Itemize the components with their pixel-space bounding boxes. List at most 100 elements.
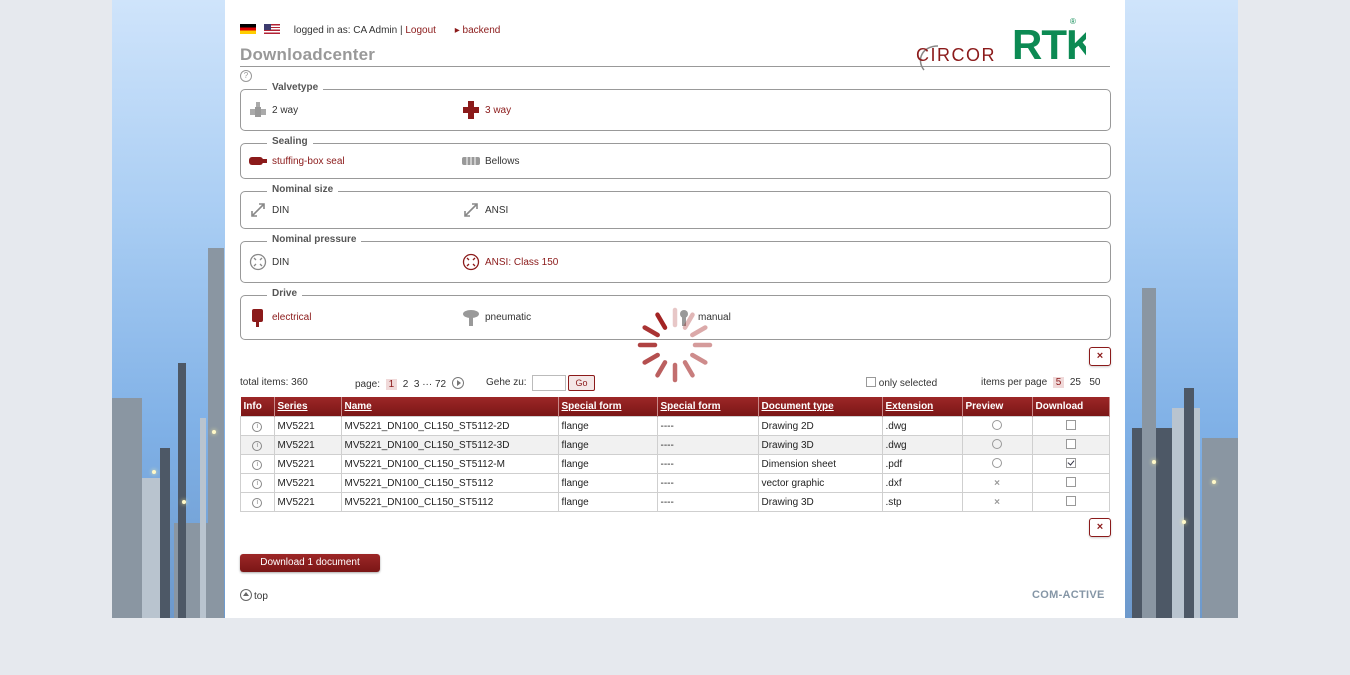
- column-header-document-type[interactable]: Document type: [758, 397, 883, 417]
- next-page-icon[interactable]: [451, 377, 464, 389]
- download-checkbox[interactable]: [1065, 438, 1076, 449]
- option-drive-electrical[interactable]: electrical: [249, 296, 311, 339]
- option-3-way[interactable]: 3 way: [462, 90, 511, 130]
- cell-document-type: Drawing 3D: [757, 435, 883, 455]
- cell-series: MV5221: [273, 454, 342, 474]
- column-header-info: Info: [240, 397, 275, 417]
- spinner-segment: [690, 325, 708, 338]
- cell-special-form-2: ----: [656, 492, 759, 512]
- only-selected-label: only selected: [878, 378, 938, 389]
- column-header-special-form-2[interactable]: Special form: [657, 397, 759, 417]
- go-button[interactable]: Go: [568, 375, 595, 391]
- page-label: page:: [355, 379, 381, 390]
- option-pressure-din[interactable]: DIN: [249, 242, 289, 282]
- help-icon[interactable]: ?: [240, 70, 252, 82]
- option-label: ANSI: Class 150: [485, 256, 559, 268]
- loading-spinner-icon: [637, 307, 713, 383]
- cell-extension: .dwg: [881, 435, 963, 455]
- info-icon[interactable]: i: [252, 460, 263, 470]
- cell-document-type: vector graphic: [757, 473, 883, 493]
- per-page-option-selected[interactable]: 5: [1052, 377, 1065, 388]
- sort-link[interactable]: Series: [278, 401, 308, 412]
- option-size-ansi[interactable]: ANSI: [462, 192, 508, 228]
- info-icon[interactable]: i: [252, 498, 263, 508]
- spinner-segment: [642, 352, 660, 365]
- option-drive-pneumatic[interactable]: pneumatic: [462, 296, 531, 339]
- cell-special-form: flange: [557, 473, 658, 493]
- cell-special-form: flange: [557, 416, 658, 436]
- only-selected-toggle[interactable]: only selected: [866, 377, 937, 389]
- download-checkbox[interactable]: [1065, 495, 1076, 506]
- option-2-way[interactable]: 2 way: [249, 90, 298, 130]
- magnifier-icon[interactable]: [992, 438, 1002, 449]
- column-header-extension[interactable]: Extension: [882, 397, 963, 417]
- column-header-special-form[interactable]: Special form: [558, 397, 658, 417]
- page-ellipsis: ···: [422, 379, 433, 390]
- filter-nominal-pressure: Nominal pressure DIN ANSI: Class 150: [240, 234, 1111, 283]
- cell-series: MV5221: [273, 435, 342, 455]
- logo-circor-text: CIRCOR: [916, 45, 996, 65]
- us-flag-icon[interactable]: [264, 24, 280, 34]
- option-size-din[interactable]: DIN: [249, 192, 289, 228]
- per-page-option[interactable]: 25: [1070, 377, 1081, 388]
- top-link-label: top: [254, 591, 268, 602]
- table-row: i MV5221 MV5221_DN100_CL150_ST5112-3D fl…: [240, 435, 1110, 455]
- page-title: Downloadcenter: [240, 45, 376, 64]
- column-header-name[interactable]: Name: [341, 397, 559, 417]
- clear-selection-button[interactable]: ×: [1089, 518, 1111, 537]
- option-label: ANSI: [485, 204, 509, 216]
- backend-link[interactable]: ▸ backend: [455, 25, 501, 36]
- filter-sealing: Sealing stuffing-box seal Bellows: [240, 136, 1111, 179]
- page-link[interactable]: 2: [403, 379, 409, 390]
- german-flag-icon[interactable]: [240, 24, 256, 34]
- cell-document-type: Dimension sheet: [757, 454, 883, 474]
- per-page-option[interactable]: 50: [1089, 377, 1100, 388]
- option-stuffing-box-seal[interactable]: stuffing-box seal: [249, 144, 345, 178]
- download-documents-button[interactable]: Download 1 document: [240, 554, 380, 572]
- sort-link[interactable]: Document type: [762, 401, 834, 412]
- cell-special-form-2: ----: [656, 454, 759, 474]
- cell-extension: .dwg: [881, 416, 963, 436]
- documents-table: Info Series Name Special form Special fo…: [240, 397, 1110, 512]
- cell-name: MV5221_DN100_CL150_ST5112-M: [340, 454, 559, 474]
- bellows-icon: [462, 157, 480, 165]
- magnifier-icon[interactable]: [992, 419, 1002, 430]
- download-checkbox[interactable]: [1065, 476, 1076, 487]
- table-row: i MV5221 MV5221_DN100_CL150_ST5112-M fla…: [240, 454, 1110, 474]
- items-per-page-label: items per page: [981, 377, 1048, 388]
- sort-link[interactable]: Special form: [661, 401, 721, 412]
- items-per-page: items per page 5 25 50: [981, 377, 1100, 388]
- pressure-icon: [462, 253, 480, 271]
- page-link[interactable]: 3: [414, 379, 420, 390]
- only-selected-checkbox[interactable]: [866, 377, 876, 387]
- goto-label: Gehe zu:: [486, 377, 527, 388]
- resize-arrow-icon: [251, 203, 265, 217]
- download-checkbox[interactable]: [1065, 419, 1076, 430]
- reset-filters-button[interactable]: ×: [1089, 347, 1111, 366]
- valve-3way-icon: [463, 101, 479, 119]
- option-label: 3 way: [485, 104, 512, 116]
- logout-link[interactable]: Logout: [405, 25, 436, 36]
- filter-nominal-size: Nominal size DIN ANSI: [240, 184, 1111, 229]
- sort-link[interactable]: Special form: [562, 401, 622, 412]
- spinner-segment: [642, 325, 660, 338]
- page-link-current[interactable]: 1: [385, 379, 398, 390]
- valve-2way-icon: [250, 102, 266, 117]
- cell-special-form-2: ----: [656, 416, 759, 436]
- sort-link[interactable]: Extension: [886, 401, 934, 412]
- option-bellows[interactable]: Bellows: [462, 144, 519, 178]
- page-link-last[interactable]: 72: [435, 379, 446, 390]
- download-checkbox-checked[interactable]: [1065, 457, 1076, 468]
- info-icon[interactable]: i: [252, 422, 263, 432]
- sort-link[interactable]: Name: [345, 401, 372, 412]
- goto-page-input[interactable]: [532, 375, 566, 391]
- back-to-top-link[interactable]: top: [240, 589, 268, 602]
- info-icon[interactable]: i: [252, 441, 263, 451]
- spinner-segment: [682, 360, 695, 378]
- magnifier-icon[interactable]: [992, 457, 1002, 468]
- column-header-series[interactable]: Series: [274, 397, 342, 417]
- option-pressure-ansi[interactable]: ANSI: Class 150: [462, 242, 558, 282]
- info-icon[interactable]: i: [252, 479, 263, 489]
- circor-rtk-logo: CIRCOR RTK ®: [916, 17, 1086, 71]
- option-label: Bellows: [485, 155, 520, 167]
